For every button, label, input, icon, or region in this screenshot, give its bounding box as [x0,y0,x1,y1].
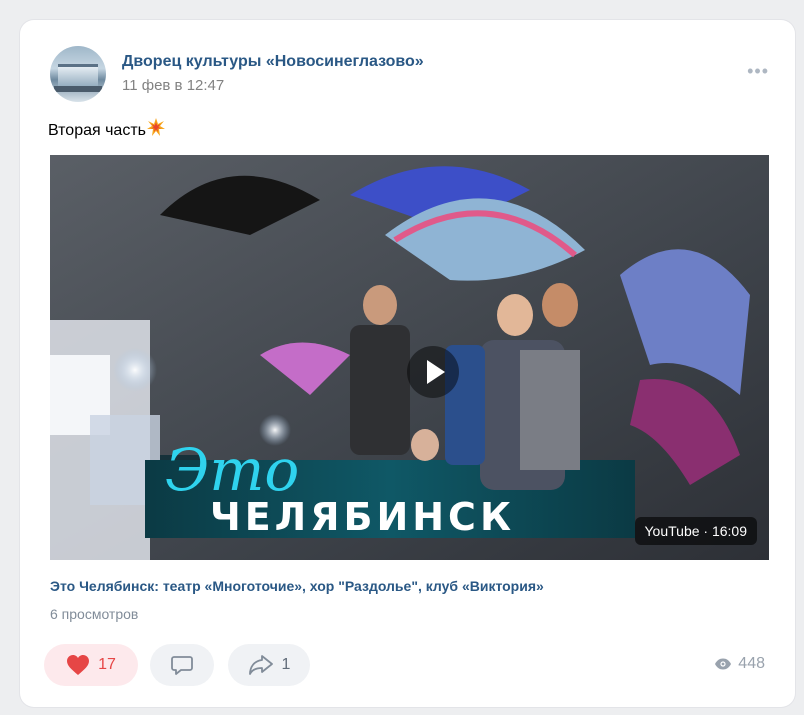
play-button[interactable] [407,346,459,398]
collision-emoji-icon [146,117,166,142]
comment-button[interactable] [150,644,214,686]
overlay-city-word: ЧЕЛЯБИНСК [210,495,515,539]
share-button[interactable]: 1 [228,644,310,686]
play-icon [427,360,445,384]
more-options-icon[interactable]: ••• [747,62,769,80]
like-count: 17 [98,656,116,673]
overlay-script-word: Это [165,436,299,504]
video-title-link[interactable]: Это Челябинск: театр «Многоточие», хор "… [50,578,544,594]
post-view-count: 448 [714,655,765,673]
share-icon [248,655,273,675]
avatar-building-base [54,86,102,92]
community-name-link[interactable]: Дворец культуры «Новосинеглазово» [122,53,424,71]
comment-icon [171,656,193,675]
view-count-value: 448 [738,655,765,672]
post-text-content: Вторая часть [48,122,146,139]
video-player[interactable]: Это ЧЕЛЯБИНСК YouTube · 16:09 [50,155,769,560]
eye-icon [715,658,732,670]
heart-icon [67,655,90,675]
post-card: Дворец культуры «Новосинеглазово» 11 фев… [20,20,795,707]
video-duration-badge: YouTube · 16:09 [634,517,757,545]
video-views: 6 просмотров [50,606,139,622]
community-avatar[interactable] [50,46,106,102]
like-button[interactable]: 17 [44,644,138,686]
share-count: 1 [281,656,291,673]
post-text: Вторая часть [48,117,166,142]
post-date[interactable]: 11 фев в 12:47 [122,77,224,94]
